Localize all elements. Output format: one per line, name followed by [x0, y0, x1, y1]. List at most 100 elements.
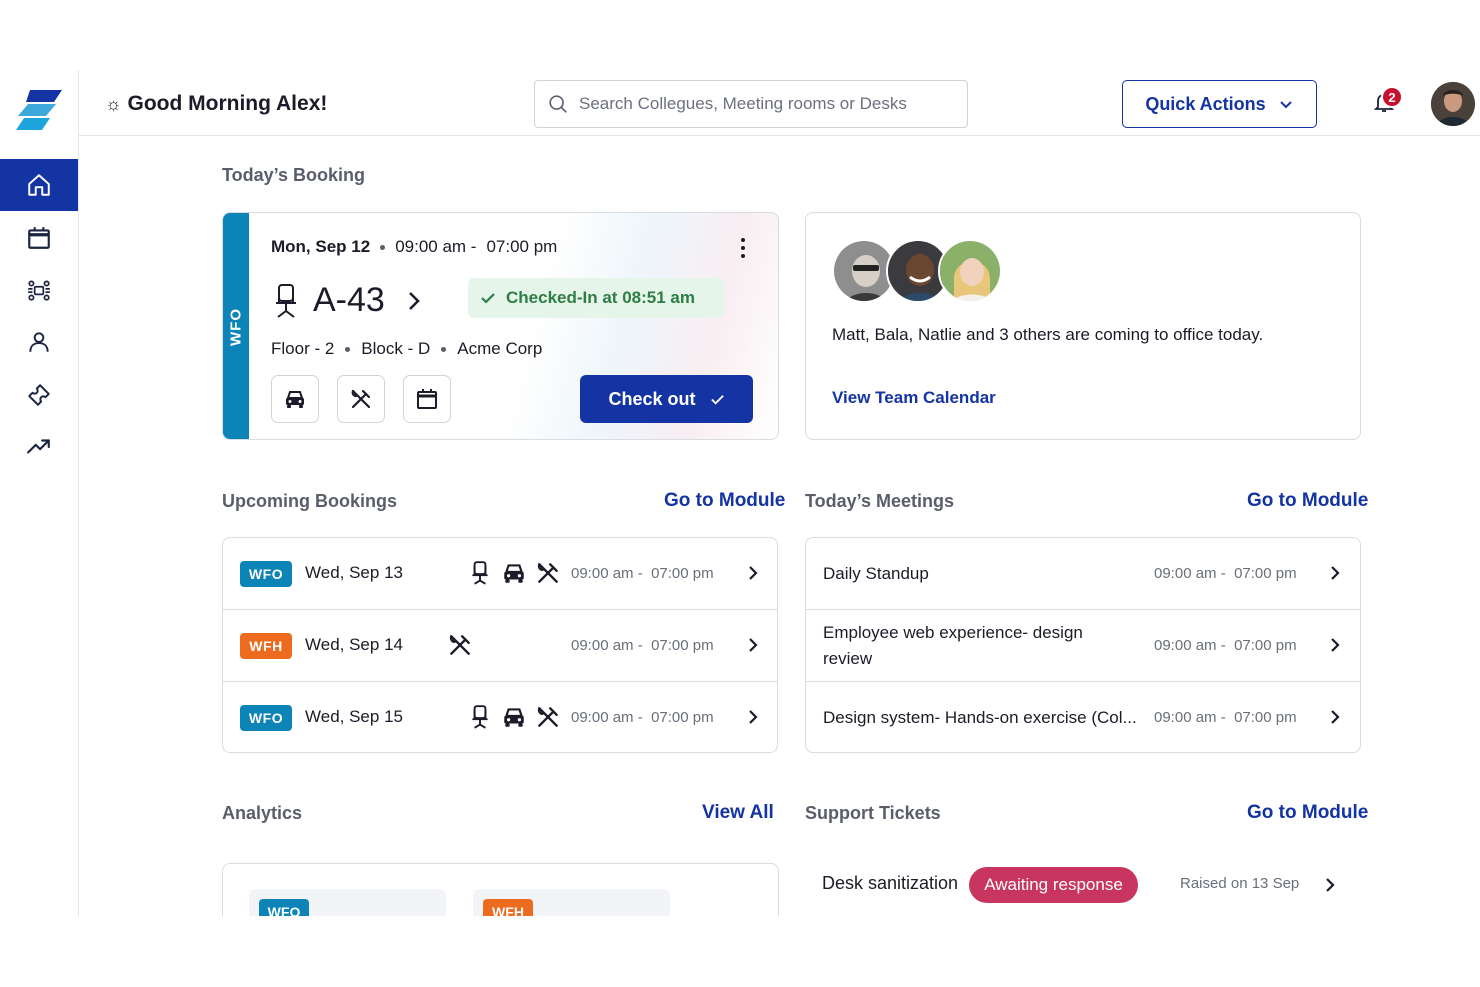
- chevron-right-icon: [749, 566, 758, 580]
- car-icon: [504, 708, 524, 727]
- booking-date: Wed, Sep 14: [305, 635, 403, 654]
- booking-date: Wed, Sep 15: [305, 707, 403, 726]
- list-item[interactable]: Daily Standup 09:00 am - 07:00 pm: [806, 538, 1360, 610]
- check-out-button[interactable]: Check out: [580, 375, 753, 423]
- analytics-wfo-panel: WFO: [249, 889, 446, 916]
- quick-actions-label: Quick Actions: [1145, 93, 1266, 114]
- support-tickets-title: Support Tickets: [805, 803, 941, 823]
- start-time: 09:00 am -: [571, 709, 643, 726]
- booking-time: 09:00 am - 07:00 pm: [571, 637, 714, 654]
- end-time: 07:00 pm: [651, 637, 714, 654]
- block: Block - D: [361, 339, 431, 358]
- booking-location: Floor - 2 Block - D Acme Corp: [271, 339, 542, 359]
- desk-icon: [472, 561, 488, 585]
- meal-icon: [351, 389, 371, 409]
- ticket-row[interactable]: Desk sanitization Awaiting response Rais…: [805, 860, 1361, 910]
- upcoming-go-to-module-link[interactable]: Go to Module: [664, 490, 785, 512]
- separator-dot: [345, 346, 351, 352]
- desk-link[interactable]: A-43: [271, 281, 425, 320]
- separator-dot: [380, 244, 386, 250]
- booking-datetime: Mon, Sep 12 09:00 am - 07:00 pm: [271, 237, 557, 257]
- team-attendance-message: Matt, Bala, Natlie and 3 others are comi…: [832, 325, 1264, 344]
- analytics-wfh-panel: WFH: [473, 889, 670, 916]
- chevron-right-icon: [1326, 878, 1335, 892]
- chevron-right-icon: [1331, 566, 1340, 580]
- greeting: ☼ Good Morning Alex!: [105, 92, 327, 116]
- list-item[interactable]: WFO Wed, Sep 13 09:00 am - 07:00 pm: [223, 538, 777, 610]
- amenity-icons: [467, 704, 561, 730]
- search-icon: [549, 95, 567, 113]
- sidebar-item-people[interactable]: [0, 316, 78, 368]
- start-time: 09:00 am -: [1154, 565, 1226, 582]
- end-time: 07:00 pm: [1234, 709, 1297, 726]
- list-item[interactable]: WFH Wed, Sep 14 09:00 am - 07:00 pm: [223, 610, 777, 682]
- analytics-card: WFO WFH: [222, 863, 779, 916]
- end-time: 07:00 pm: [1234, 637, 1297, 654]
- company: Acme Corp: [457, 339, 543, 358]
- list-item[interactable]: Design system- Hands-on exercise (Col...…: [806, 682, 1360, 752]
- search-box[interactable]: [534, 80, 968, 128]
- check-out-label: Check out: [608, 388, 696, 409]
- chevron-right-icon: [1331, 638, 1340, 652]
- end-time: 07:00 pm: [651, 565, 714, 582]
- amenity-icons: [467, 560, 561, 586]
- cab-button[interactable]: [271, 375, 319, 423]
- sidebar-item-home[interactable]: [0, 159, 78, 211]
- sidebar-item-tickets[interactable]: [0, 369, 78, 421]
- greeting-text: Good Morning Alex!: [127, 92, 328, 115]
- chevron-right-icon: [1331, 710, 1340, 724]
- work-mode-tag: WFH: [483, 899, 533, 916]
- check-icon: [481, 293, 495, 304]
- sidebar-item-meeting-rooms[interactable]: [0, 264, 78, 316]
- avatar[interactable]: [1431, 82, 1475, 126]
- more-options-icon[interactable]: [735, 235, 751, 261]
- support-go-to-module-link[interactable]: Go to Module: [1247, 802, 1368, 824]
- meal-icon: [449, 635, 470, 655]
- upcoming-bookings-list: WFO Wed, Sep 13 09:00 am - 07:00 pm WFH …: [222, 537, 778, 753]
- app-logo[interactable]: [16, 90, 62, 130]
- desk-id: A-43: [313, 281, 385, 319]
- check-icon: [710, 394, 724, 405]
- upcoming-bookings-title: Upcoming Bookings: [222, 491, 397, 511]
- view-team-calendar-link[interactable]: View Team Calendar: [832, 388, 996, 408]
- ticket-icon: [28, 384, 50, 406]
- quick-actions-button[interactable]: Quick Actions: [1122, 80, 1317, 128]
- booking-time: 09:00 am - 07:00 pm: [571, 565, 714, 582]
- meeting-table-icon: [28, 280, 50, 301]
- search-input[interactable]: [579, 94, 949, 114]
- calendar-button[interactable]: [403, 375, 451, 423]
- list-item[interactable]: Employee web experience- design review 0…: [806, 610, 1360, 682]
- meeting-time: 09:00 am - 07:00 pm: [1154, 637, 1297, 654]
- start-time: 09:00 am -: [571, 565, 643, 582]
- work-mode-label: WFO: [227, 308, 245, 346]
- booking-start-time: 09:00 am -: [395, 237, 477, 256]
- amenity-icons: [447, 632, 473, 658]
- chevron-right-icon: [749, 638, 758, 652]
- analytics-title: Analytics: [222, 803, 303, 823]
- meeting-title: Daily Standup: [823, 564, 929, 583]
- todays-booking-title: Today’s Booking: [222, 165, 366, 185]
- work-mode-tag: WFO: [240, 705, 292, 731]
- trend-up-icon: [27, 439, 50, 454]
- booking-date: Wed, Sep 13: [305, 563, 403, 582]
- meal-button[interactable]: [337, 375, 385, 423]
- status-badge: Awaiting response: [969, 867, 1138, 903]
- checkin-status: Checked-In at 08:51 am: [468, 278, 724, 318]
- work-mode-tag: WFO: [240, 561, 292, 587]
- meetings-go-to-module-link[interactable]: Go to Module: [1247, 490, 1368, 512]
- meeting-time: 09:00 am - 07:00 pm: [1154, 565, 1297, 582]
- calendar-icon: [28, 227, 50, 249]
- sidebar-item-analytics[interactable]: [0, 421, 78, 473]
- team-attendance-card: Matt, Bala, Natlie and 3 others are comi…: [805, 212, 1361, 440]
- start-time: 09:00 am -: [1154, 637, 1226, 654]
- meeting-title: Design system- Hands-on exercise (Col...: [823, 708, 1137, 727]
- top-header: ☼ Good Morning Alex! Quick Actions 2: [79, 70, 1480, 136]
- app-window: ☼ Good Morning Alex! Quick Actions 2 Tod…: [0, 70, 1480, 916]
- meal-icon: [537, 563, 558, 583]
- list-item[interactable]: WFO Wed, Sep 15 09:00 am - 07:00 pm: [223, 682, 777, 752]
- avatar: [938, 239, 1002, 303]
- sidebar-item-calendar[interactable]: [0, 212, 78, 264]
- analytics-view-all-link[interactable]: View All: [702, 802, 774, 824]
- sidebar: [0, 70, 79, 916]
- desk-chair-icon: [276, 283, 296, 318]
